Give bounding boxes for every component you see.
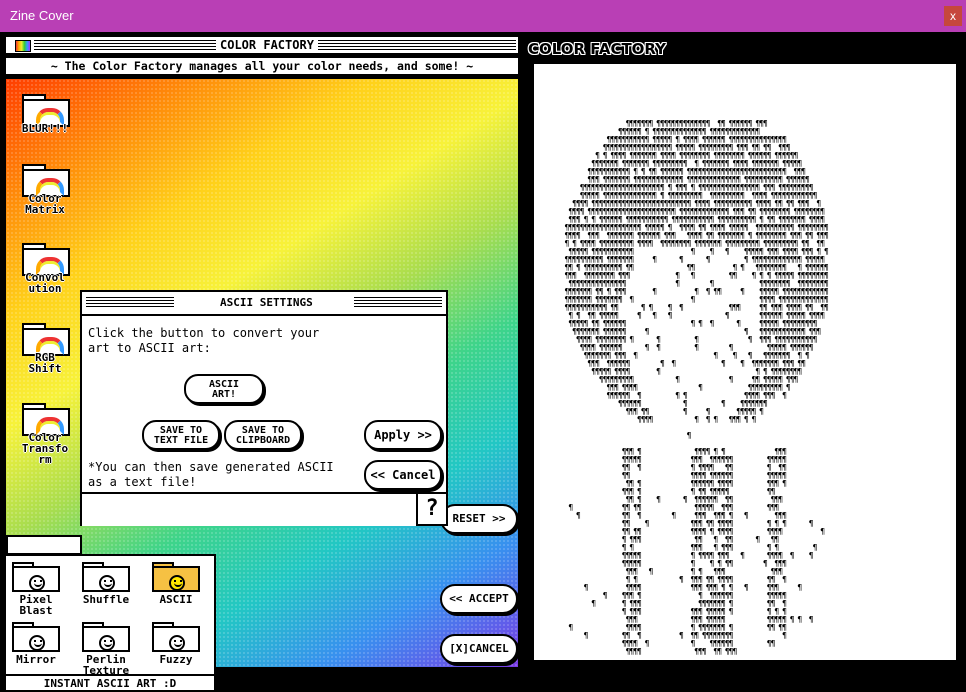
folder-label-color-transform: Color Transfo rm xyxy=(21,431,69,466)
preset-label-shuffle: Shuffle xyxy=(82,593,130,606)
preset-shuffle[interactable] xyxy=(82,562,130,592)
preview-panel: COLOR FACTORY ¶¶¶¶¶¶¶ ¶¶¶¶¶¶¶¶¶¶¶¶¶¶ ¶¶ … xyxy=(524,32,966,673)
preset-panel: Pixel Blast Shuffle ASCII Mirror Perlin … xyxy=(4,554,216,692)
accept-button[interactable]: << ACCEPT xyxy=(440,584,518,614)
header-title: COLOR FACTORY xyxy=(216,38,318,52)
smiley-icon xyxy=(169,635,185,651)
ascii-art-glyphs: ¶¶¶¶¶¶¶ ¶¶¶¶¶¶¶¶¶¶¶¶¶¶ ¶¶ ¶¶¶¶¶¶ ¶¶¶ ¶¶¶… xyxy=(564,119,829,656)
save-to-text-file-button[interactable]: SAVE TO TEXT FILE xyxy=(142,420,220,450)
folder-label-convolution: Convol ution xyxy=(25,271,65,295)
window-titlebar[interactable]: Zine Cover x xyxy=(0,0,966,32)
rainbow-app-icon xyxy=(15,40,31,52)
help-button[interactable]: ? xyxy=(416,492,446,524)
dialog-instruction: Click the button to convert your art to … xyxy=(88,326,320,355)
apply-button[interactable]: Apply >> xyxy=(364,420,442,450)
reset-button[interactable]: RESET >> xyxy=(440,504,518,534)
preset-panel-footer: INSTANT ASCII ART :D xyxy=(6,674,214,692)
preset-ascii[interactable] xyxy=(152,562,200,592)
header-bar[interactable]: COLOR FACTORY xyxy=(4,35,520,55)
ascii-art-preview: ¶¶¶¶¶¶¶ ¶¶¶¶¶¶¶¶¶¶¶¶¶¶ ¶¶ ¶¶¶¶¶¶ ¶¶¶ ¶¶¶… xyxy=(534,64,956,660)
preset-label-mirror: Mirror xyxy=(16,653,56,666)
folder-label-blur: BLUR!!! xyxy=(21,122,69,135)
dialog-title: ASCII SETTINGS xyxy=(214,296,319,309)
folder-label-color-matrix: Color Matrix xyxy=(25,192,65,216)
dialog-text-input[interactable] xyxy=(82,492,416,526)
ascii-settings-dialog: ASCII SETTINGS Click the button to conve… xyxy=(80,290,448,526)
dialog-note: *You can then save generated ASCII as a … xyxy=(88,460,334,489)
dialog-stripes-left xyxy=(86,297,174,309)
preset-label-pixel-blast: Pixel Blast xyxy=(19,593,53,617)
preset-label-ascii: ASCII xyxy=(159,593,193,606)
cancel-button[interactable]: [X]CANCEL xyxy=(440,634,518,664)
color-factory-window: COLOR FACTORY ~ The Color Factory manage… xyxy=(0,32,524,692)
preset-mirror[interactable] xyxy=(12,622,60,652)
save-to-clipboard-button[interactable]: SAVE TO CLIPBOARD xyxy=(224,420,302,450)
window-close-button[interactable]: x xyxy=(944,6,962,26)
preset-pixel-blast[interactable] xyxy=(12,562,60,592)
smiley-icon xyxy=(29,635,45,651)
folder-label-rgb-shift: RGB Shift xyxy=(28,351,62,375)
smiley-icon xyxy=(169,575,185,591)
preset-search-field[interactable] xyxy=(6,535,82,555)
smiley-icon xyxy=(99,635,115,651)
smiley-icon xyxy=(99,575,115,591)
smiley-icon xyxy=(29,575,45,591)
preview-title: COLOR FACTORY xyxy=(528,40,667,58)
ascii-art-button[interactable]: ASCII ART! xyxy=(184,374,264,404)
dialog-stripes-right xyxy=(354,297,442,309)
window-title: Zine Cover xyxy=(10,8,74,23)
header-subtitle: ~ The Color Factory manages all your col… xyxy=(4,56,520,76)
preset-perlin-texture[interactable] xyxy=(82,622,130,652)
dialog-cancel-button[interactable]: << Cancel xyxy=(364,460,442,490)
preset-fuzzy[interactable] xyxy=(152,622,200,652)
preset-label-fuzzy: Fuzzy xyxy=(159,653,193,666)
